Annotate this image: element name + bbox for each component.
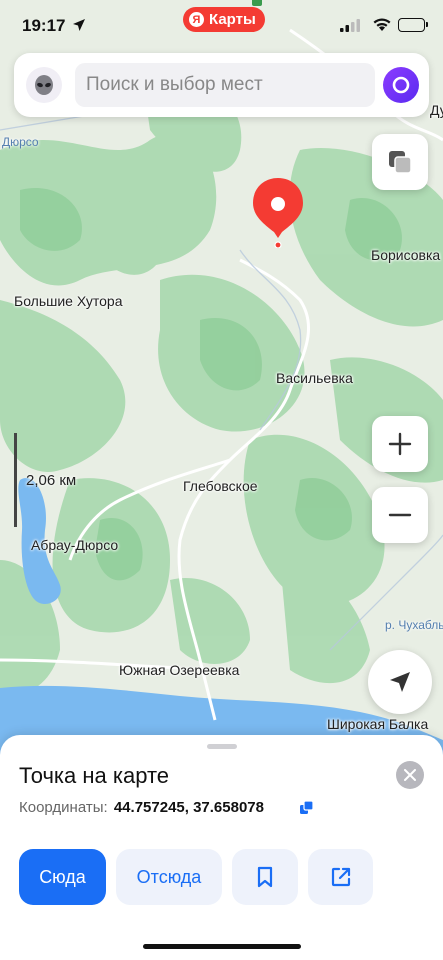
yandex-maps-badge[interactable]: Я Карты — [183, 7, 265, 32]
road-label-du: Ду — [430, 102, 443, 118]
profile-avatar[interactable] — [26, 67, 62, 103]
bookmark-icon — [257, 866, 273, 888]
place-card-sheet: Точка на карте Координаты: 44.757245, 37… — [0, 735, 443, 960]
place-bolshie-hutora[interactable]: Большие Хутора — [14, 293, 123, 309]
my-location-button[interactable] — [368, 650, 432, 714]
coordinates-value[interactable]: 44.757245, 37.658078 — [114, 799, 264, 816]
bookmark-button[interactable] — [232, 849, 298, 905]
search-input[interactable] — [75, 63, 375, 107]
map-scale-bar — [14, 433, 17, 527]
copy-icon[interactable] — [300, 801, 313, 814]
plus-icon — [388, 432, 412, 456]
home-indicator[interactable] — [143, 944, 301, 949]
search-bar — [14, 53, 429, 117]
signal-icon — [340, 19, 360, 32]
close-button[interactable] — [396, 761, 424, 789]
place-abrau-durso[interactable]: Абрау-Дюрсо — [31, 537, 118, 553]
brand-label: Карты — [209, 11, 256, 28]
place-yuzhnaya-ozereevka[interactable]: Южная Озереевка — [119, 662, 239, 678]
alien-avatar-icon — [35, 75, 53, 95]
alice-icon — [392, 76, 410, 94]
alice-voice-button[interactable] — [383, 67, 419, 103]
road-label-durso: Дюрсо — [2, 135, 39, 149]
battery-icon — [398, 18, 428, 32]
wifi-icon — [373, 18, 391, 31]
road-label-chuhabl: р. Чухабль — [385, 618, 443, 632]
coordinates-row: Координаты: 44.757245, 37.658078 — [19, 799, 264, 816]
place-vasilevka[interactable]: Васильевка — [276, 370, 353, 386]
place-glebovskoe[interactable]: Глебовское — [183, 478, 258, 494]
navigation-arrow-icon — [390, 672, 410, 692]
close-icon — [404, 769, 416, 781]
share-button[interactable] — [308, 849, 373, 905]
route-from-button[interactable]: Отсюда — [116, 849, 222, 905]
location-pin-icon[interactable] — [250, 176, 306, 248]
zoom-out-button[interactable] — [372, 487, 428, 543]
place-card-title: Точка на карте — [19, 763, 170, 788]
map-scale-label: 2,06 км — [26, 472, 77, 489]
route-here-button[interactable]: Сюда — [19, 849, 106, 905]
share-icon — [331, 867, 350, 887]
zoom-in-button[interactable] — [372, 416, 428, 472]
location-arrow-icon — [73, 19, 85, 31]
place-shirokaya-balka[interactable]: Широкая Балка — [327, 716, 428, 732]
coordinates-label: Координаты: — [19, 799, 108, 816]
sheet-grabber[interactable] — [207, 744, 237, 749]
place-borisovka[interactable]: Борисовка — [371, 247, 440, 263]
yandex-logo-icon: Я — [189, 12, 204, 27]
layers-icon — [389, 151, 412, 174]
status-time: 19:17 — [22, 16, 66, 35]
layers-button[interactable] — [372, 134, 428, 190]
minus-icon — [388, 513, 412, 517]
